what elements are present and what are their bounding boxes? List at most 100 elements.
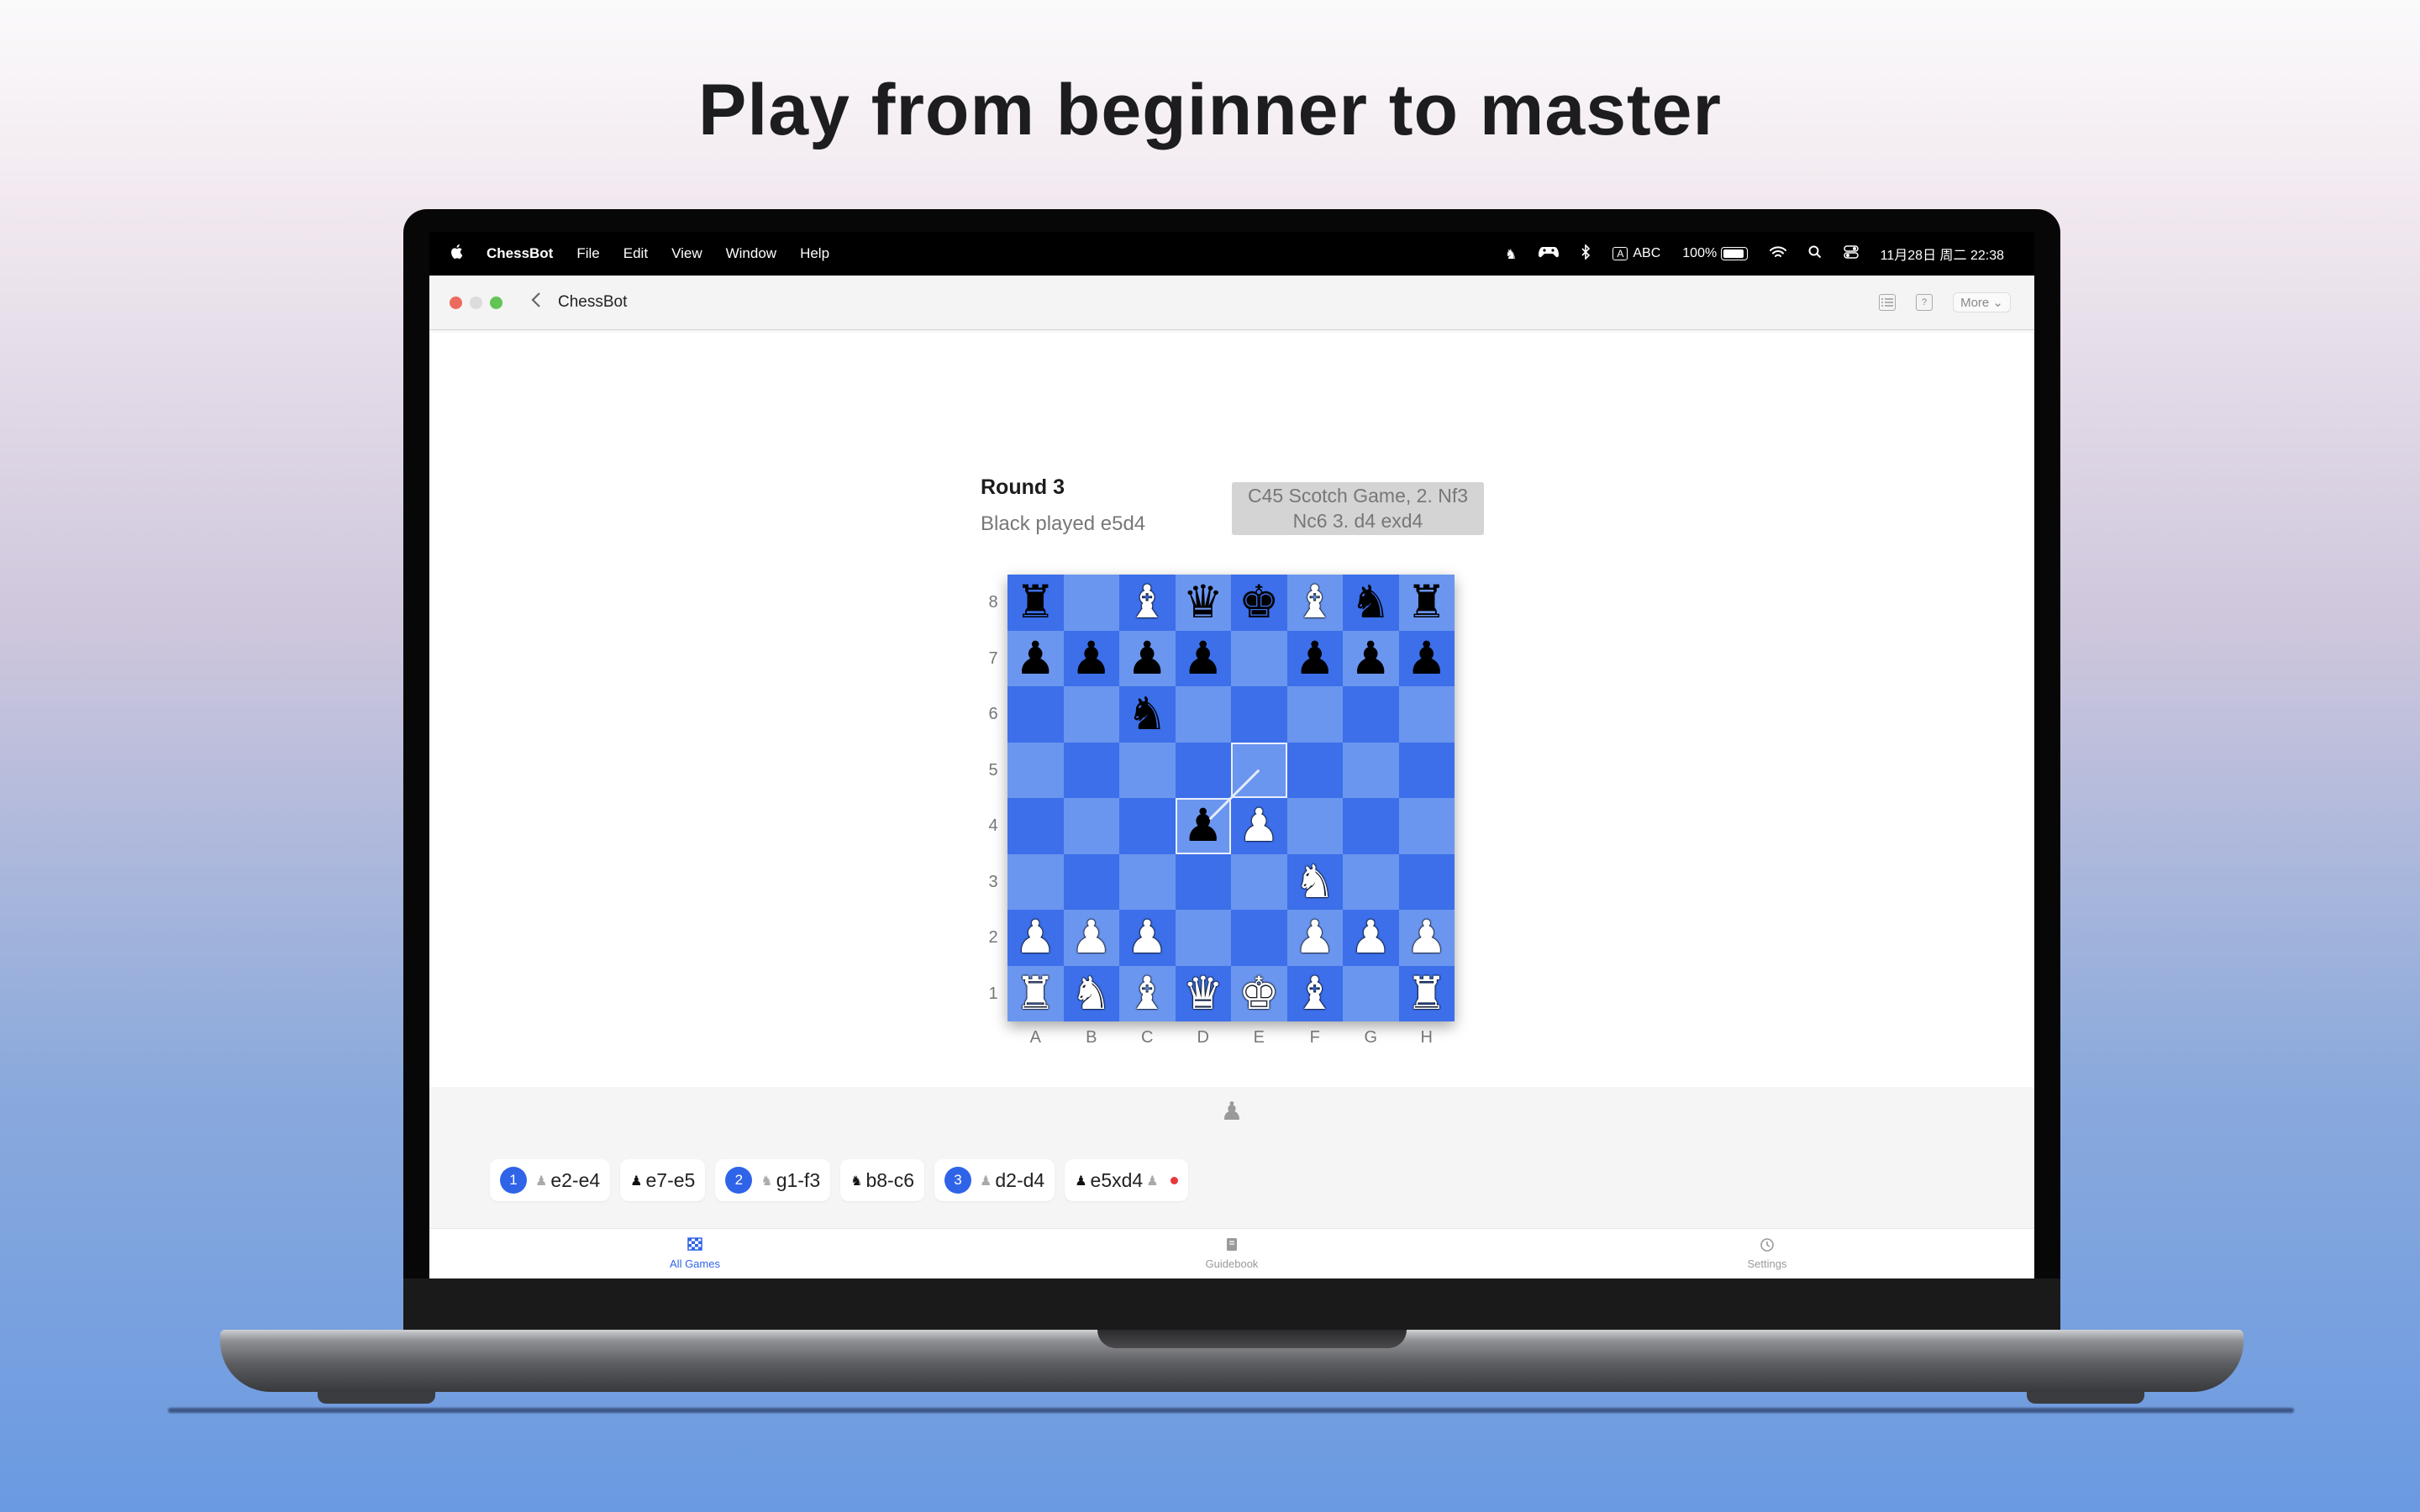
square-a4[interactable]	[1007, 798, 1064, 854]
black-pawn-icon[interactable]: ♟	[1350, 635, 1391, 681]
black-pawn-icon[interactable]: ♟	[1295, 635, 1335, 681]
square-a8[interactable]: ♜	[1007, 575, 1064, 631]
back-chevron-icon[interactable]	[531, 291, 541, 314]
square-a7[interactable]: ♟	[1007, 630, 1064, 686]
tab-settings[interactable]: Settings	[1683, 1237, 1851, 1270]
white-pawn-icon[interactable]: ♟	[1127, 915, 1167, 960]
move-chip[interactable]: 2 ♞ g1-f3	[715, 1159, 831, 1201]
black-pawn-icon[interactable]: ♟	[1407, 635, 1447, 681]
square-b5[interactable]	[1063, 742, 1119, 798]
tab-all-games[interactable]: All Games	[611, 1237, 779, 1270]
white-bishop-icon[interactable]: ♝	[1295, 970, 1335, 1016]
square-e3[interactable]	[1231, 853, 1287, 910]
square-d6[interactable]	[1175, 686, 1231, 743]
square-f3[interactable]: ♞	[1286, 853, 1343, 910]
zoom-window-button[interactable]	[490, 296, 502, 309]
menu-edit[interactable]: Edit	[623, 245, 648, 262]
white-pawn-icon[interactable]: ♟	[1071, 915, 1112, 960]
more-menu-button[interactable]: More ⌄	[1953, 292, 2011, 312]
square-b4[interactable]	[1063, 798, 1119, 854]
white-bishop-icon[interactable]: ♝	[1127, 580, 1167, 625]
black-pawn-icon[interactable]: ♟	[1127, 635, 1167, 681]
input-source[interactable]: A ABC	[1612, 246, 1660, 261]
square-c2[interactable]: ♟	[1119, 910, 1176, 966]
white-pawn-icon[interactable]: ♟	[1295, 915, 1335, 960]
square-b3[interactable]	[1063, 853, 1119, 910]
white-bishop-icon[interactable]: ♝	[1127, 970, 1167, 1016]
apple-icon[interactable]	[450, 244, 463, 265]
square-e6[interactable]	[1231, 686, 1287, 743]
black-pawn-icon[interactable]: ♟	[1183, 803, 1223, 848]
square-f8[interactable]: ♝	[1286, 575, 1343, 631]
square-f7[interactable]: ♟	[1286, 630, 1343, 686]
square-e5[interactable]	[1231, 742, 1287, 798]
square-g5[interactable]	[1343, 742, 1399, 798]
square-b8[interactable]	[1063, 575, 1119, 631]
white-pawn-icon[interactable]: ♟	[1407, 915, 1447, 960]
move-chip[interactable]: ♟ e7-e5	[620, 1159, 706, 1201]
square-g3[interactable]	[1343, 853, 1399, 910]
white-rook-icon[interactable]: ♜	[1407, 970, 1447, 1016]
bluetooth-icon[interactable]	[1581, 243, 1591, 264]
battery-status[interactable]: 100%	[1682, 246, 1748, 261]
menu-view[interactable]: View	[671, 245, 702, 262]
black-rook-icon[interactable]: ♜	[1407, 580, 1447, 625]
square-d2[interactable]	[1175, 910, 1231, 966]
black-queen-icon[interactable]: ♛	[1183, 580, 1223, 625]
square-f5[interactable]	[1286, 742, 1343, 798]
white-rook-icon[interactable]: ♜	[1015, 970, 1055, 1016]
square-d3[interactable]	[1175, 853, 1231, 910]
square-d7[interactable]: ♟	[1175, 630, 1231, 686]
menu-help[interactable]: Help	[800, 245, 829, 262]
square-a6[interactable]	[1007, 686, 1064, 743]
square-c7[interactable]: ♟	[1119, 630, 1176, 686]
square-h8[interactable]: ♜	[1398, 575, 1455, 631]
square-e8[interactable]: ♚	[1231, 575, 1287, 631]
square-f1[interactable]: ♝	[1286, 965, 1343, 1021]
square-g2[interactable]: ♟	[1343, 910, 1399, 966]
black-pawn-icon[interactable]: ♟	[1071, 635, 1112, 681]
menu-file[interactable]: File	[576, 245, 599, 262]
square-h6[interactable]	[1398, 686, 1455, 743]
square-d8[interactable]: ♛	[1175, 575, 1231, 631]
spotlight-search-icon[interactable]	[1808, 245, 1822, 263]
square-a1[interactable]: ♜	[1007, 965, 1064, 1021]
white-bishop-icon[interactable]: ♝	[1295, 580, 1335, 625]
square-h3[interactable]	[1398, 853, 1455, 910]
square-d4[interactable]: ♟	[1175, 798, 1231, 854]
square-e7[interactable]	[1231, 630, 1287, 686]
square-d1[interactable]: ♛	[1175, 965, 1231, 1021]
square-h1[interactable]: ♜	[1398, 965, 1455, 1021]
square-b6[interactable]	[1063, 686, 1119, 743]
white-knight-icon[interactable]: ♞	[1295, 858, 1335, 905]
square-h7[interactable]: ♟	[1398, 630, 1455, 686]
square-b2[interactable]: ♟	[1063, 910, 1119, 966]
black-knight-icon[interactable]: ♞	[1350, 580, 1391, 625]
black-pawn-icon[interactable]: ♟	[1015, 635, 1055, 681]
chess-status-icon[interactable]: ♞	[1505, 246, 1517, 262]
black-knight-icon[interactable]: ♞	[1127, 691, 1167, 737]
square-f2[interactable]: ♟	[1286, 910, 1343, 966]
square-f6[interactable]	[1286, 686, 1343, 743]
square-a3[interactable]	[1007, 853, 1064, 910]
white-pawn-icon[interactable]: ♟	[1350, 915, 1391, 960]
square-d5[interactable]	[1175, 742, 1231, 798]
square-g8[interactable]: ♞	[1343, 575, 1399, 631]
square-c6[interactable]: ♞	[1119, 686, 1176, 743]
list-icon[interactable]	[1879, 294, 1897, 311]
black-king-icon[interactable]: ♚	[1239, 580, 1279, 625]
white-pawn-icon[interactable]: ♟	[1015, 915, 1055, 960]
square-g7[interactable]: ♟	[1343, 630, 1399, 686]
black-rook-icon[interactable]: ♜	[1015, 580, 1055, 625]
square-e2[interactable]	[1231, 910, 1287, 966]
square-c8[interactable]: ♝	[1119, 575, 1176, 631]
square-g1[interactable]	[1343, 965, 1399, 1021]
gamepad-icon[interactable]	[1539, 245, 1560, 263]
clock[interactable]: 11月28日 周二 22:38	[1881, 244, 2004, 264]
wifi-icon[interactable]	[1769, 245, 1786, 263]
square-g6[interactable]	[1343, 686, 1399, 743]
white-king-icon[interactable]: ♚	[1239, 970, 1279, 1016]
chess-board[interactable]: ♜ ♝ ♛ ♚ ♝ ♞ ♜ ♟ ♟ ♟ ♟ ♟ ♟ ♟ ♞ ♟ ♟ ♞ ♟ ♟ ♟ ♟ ♟ ♟ ♜ ♞ ♝ ♛ ♚ ♝ ♜	[1007, 575, 1455, 1021]
move-chip[interactable]: 1 ♟ e2-e4	[490, 1159, 611, 1201]
control-center-icon[interactable]	[1843, 244, 1859, 263]
